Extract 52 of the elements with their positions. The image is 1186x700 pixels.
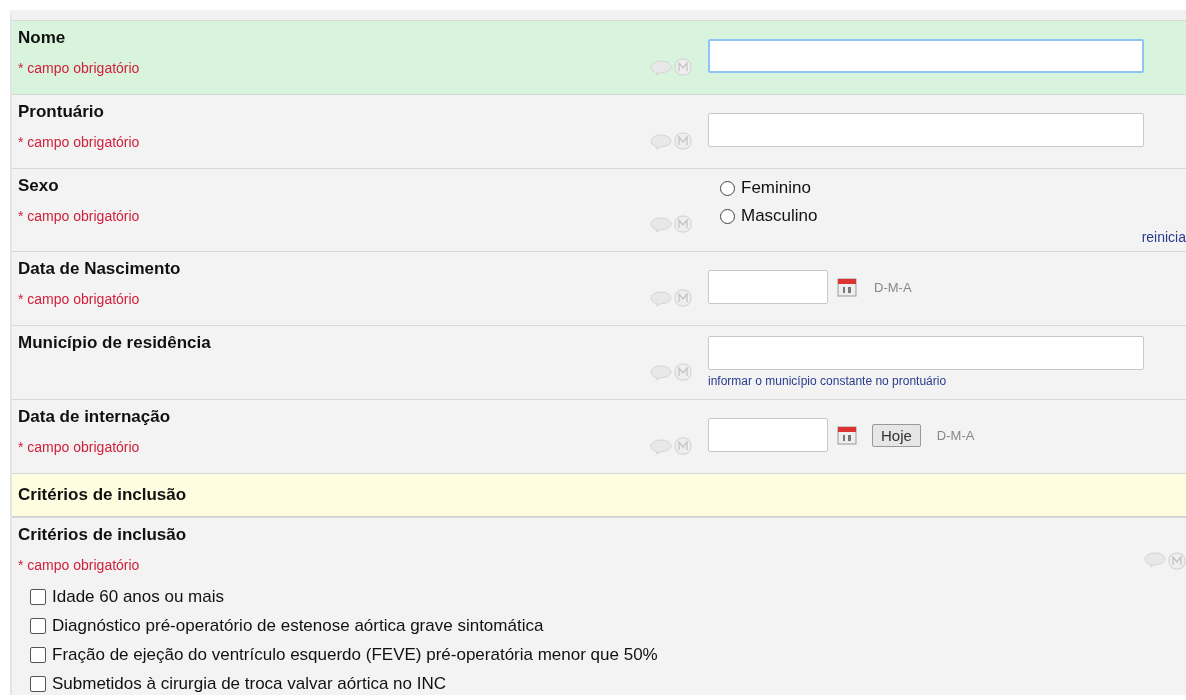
field-label: Data de Nascimento bbox=[18, 259, 181, 279]
checkbox[interactable] bbox=[30, 646, 46, 663]
field-label: Nome bbox=[18, 28, 66, 48]
radio-button[interactable] bbox=[720, 208, 735, 224]
radio-option[interactable]: Feminino bbox=[720, 174, 1186, 202]
checkbox[interactable] bbox=[30, 617, 46, 634]
m-badge-icon[interactable] bbox=[1168, 552, 1186, 570]
checkbox[interactable] bbox=[30, 675, 46, 692]
comment-icon[interactable] bbox=[650, 291, 672, 307]
m-badge-icon[interactable] bbox=[674, 58, 692, 76]
comment-icon[interactable] bbox=[650, 134, 672, 150]
required-note: * campo obrigatório bbox=[18, 208, 140, 224]
field-label: Critérios de inclusão bbox=[18, 525, 187, 545]
comment-icon[interactable] bbox=[1144, 552, 1166, 568]
date-field[interactable] bbox=[708, 270, 828, 304]
required-note: * campo obrigatório bbox=[18, 134, 140, 150]
text-field[interactable] bbox=[708, 39, 1144, 73]
field-label: Prontuário bbox=[18, 102, 104, 122]
comment-icon[interactable] bbox=[650, 439, 672, 455]
checkbox-option[interactable]: Fração de ejeção do ventrículo esquerdo (FEVE) pré-operatória menor que 50% bbox=[30, 643, 658, 666]
required-note: * campo obrigatório bbox=[18, 557, 140, 573]
field-label: Município de residência bbox=[18, 333, 211, 353]
calendar-icon[interactable] bbox=[836, 424, 858, 446]
comment-icon[interactable] bbox=[650, 217, 672, 233]
text-field[interactable] bbox=[708, 113, 1144, 147]
required-note: * campo obrigatório bbox=[18, 439, 140, 455]
m-badge-icon[interactable] bbox=[674, 289, 692, 307]
comment-icon[interactable] bbox=[650, 60, 672, 76]
checkbox-option[interactable]: Idade 60 anos ou mais bbox=[30, 585, 658, 608]
m-badge-icon[interactable] bbox=[674, 363, 692, 381]
checkbox[interactable] bbox=[30, 588, 46, 605]
checkbox-option[interactable]: Submetidos à cirurgia de troca valvar aórtica no INC bbox=[30, 672, 658, 695]
date-format: D-M-A bbox=[936, 427, 975, 443]
text-field[interactable] bbox=[708, 336, 1144, 370]
today-button[interactable]: Hoje bbox=[872, 423, 921, 447]
radio-option[interactable]: Masculino bbox=[720, 202, 1186, 230]
field-hint: informar o município constante no prontuário bbox=[708, 374, 948, 388]
m-badge-icon[interactable] bbox=[674, 437, 692, 455]
calendar-icon[interactable] bbox=[836, 276, 858, 298]
required-note: * campo obrigatório bbox=[18, 291, 140, 307]
required-note: * campo obrigatório bbox=[18, 60, 140, 76]
radio-button[interactable] bbox=[720, 180, 735, 196]
date-format: D-M-A bbox=[874, 279, 912, 295]
field-label: Data de internação bbox=[18, 407, 171, 427]
field-label: Sexo bbox=[18, 176, 59, 196]
date-field[interactable] bbox=[708, 418, 828, 452]
comment-icon[interactable] bbox=[650, 365, 672, 381]
section-title: Critérios de inclusão bbox=[18, 485, 187, 505]
m-badge-icon[interactable] bbox=[674, 132, 692, 150]
checkbox-option[interactable]: Diagnóstico pré-operatório de estenose aórtica grave sintomática bbox=[30, 614, 658, 637]
reset-link[interactable]: reinicia bbox=[1141, 229, 1186, 245]
m-badge-icon[interactable] bbox=[674, 215, 692, 233]
